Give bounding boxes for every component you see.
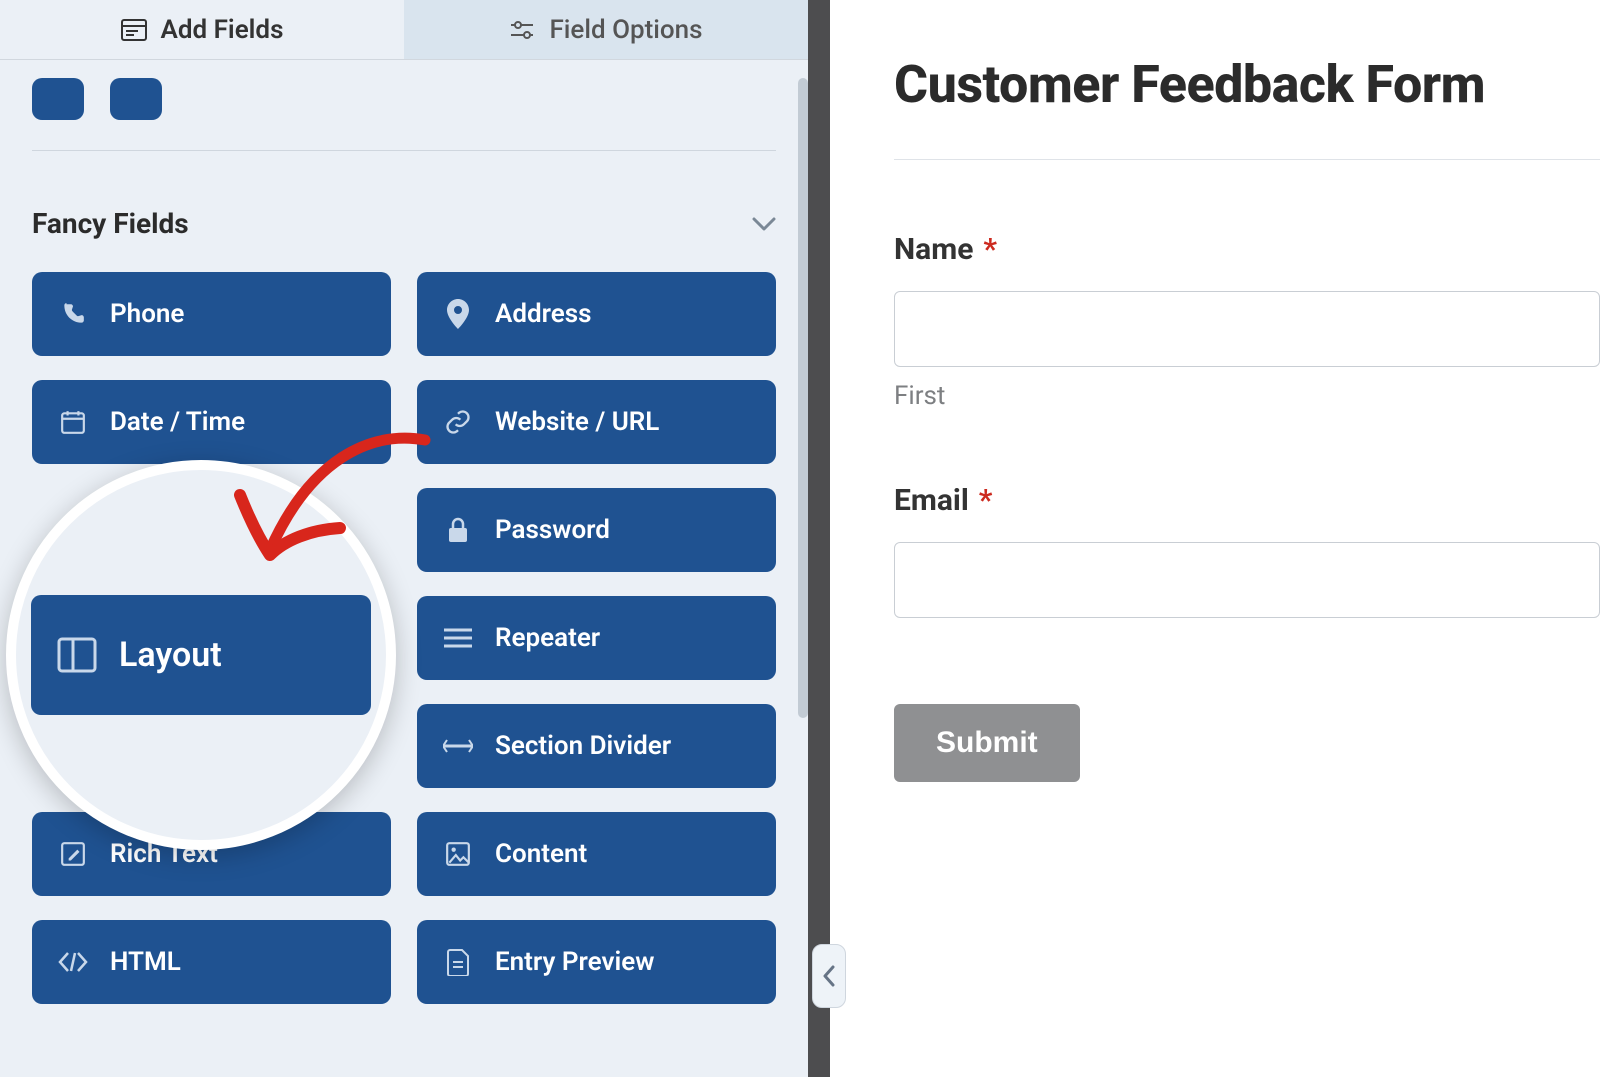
pin-icon [443,299,473,329]
tab-add-fields[interactable]: Add Fields [0,0,404,59]
required-mark: * [979,483,993,518]
field-btn-entry-preview[interactable]: Entry Preview [417,920,776,1004]
lock-icon [443,515,473,545]
field-btn-truncated-right[interactable] [110,78,162,120]
field-label: Repeater [495,623,600,653]
field-btn-repeater[interactable]: Repeater [417,596,776,680]
field-label: Section Divider [495,731,671,761]
field-btn-phone[interactable]: Phone [32,272,391,356]
field-label: Address [495,299,591,329]
prev-section-row [32,78,776,120]
field-btn-date-time[interactable]: Date / Time [32,380,391,464]
field-label: Website / URL [495,407,659,437]
field-label: Date / Time [110,407,245,437]
chevron-down-icon [752,217,776,231]
email-input[interactable] [894,542,1600,618]
field-label: Entry Preview [495,947,654,977]
name-label: Name * [894,232,1600,267]
field-btn-content[interactable]: Content [417,812,776,896]
field-btn-address[interactable]: Address [417,272,776,356]
divider-icon [443,731,473,761]
first-sublabel: First [894,381,1600,411]
section-header-fancy[interactable]: Fancy Fields [32,207,776,244]
form-icon [121,17,147,43]
fields-panel: Add Fields Field Options Fancy Fields [0,0,808,1077]
title-divider [894,159,1600,160]
field-btn-html[interactable]: HTML [32,920,391,1004]
field-label: HTML [110,947,181,977]
panel-divider [808,0,830,1077]
form-field-name: Name * First [894,232,1600,411]
sliders-icon [509,17,535,43]
tab-add-fields-label: Add Fields [161,15,284,45]
magnifier-callout: Layout [6,460,396,850]
tab-field-options-label: Field Options [549,15,702,45]
panel-tabs: Add Fields Field Options [0,0,808,60]
code-icon [58,947,88,977]
email-label-text: Email [894,483,969,518]
section-title: Fancy Fields [32,207,189,240]
document-icon [443,947,473,977]
layout-icon [57,635,97,675]
field-btn-website-url[interactable]: Website / URL [417,380,776,464]
submit-button[interactable]: Submit [894,704,1080,782]
field-label: Phone [110,299,184,329]
field-label: Password [495,515,610,545]
collapse-handle[interactable] [812,944,846,1008]
phone-icon [58,299,88,329]
field-label: Layout [119,635,222,675]
required-mark: * [983,232,997,267]
form-field-email: Email * [894,483,1600,618]
link-icon [443,407,473,437]
form-preview: Customer Feedback Form Name * First Emai… [830,0,1600,1077]
calendar-icon [58,407,88,437]
form-title: Customer Feedback Form [894,54,1600,115]
edit-icon [58,839,88,869]
field-btn-truncated-left[interactable] [32,78,84,120]
name-label-text: Name [894,232,973,267]
chevron-left-icon [822,965,836,987]
list-icon [443,623,473,653]
first-name-input[interactable] [894,291,1600,367]
field-btn-layout[interactable]: Layout [31,595,371,715]
image-icon [443,839,473,869]
field-btn-password[interactable]: Password [417,488,776,572]
field-label: Content [495,839,587,869]
tab-field-options[interactable]: Field Options [404,0,808,59]
email-label: Email * [894,483,1600,518]
panel-scrollbar[interactable] [798,78,808,718]
field-btn-section-divider[interactable]: Section Divider [417,704,776,788]
